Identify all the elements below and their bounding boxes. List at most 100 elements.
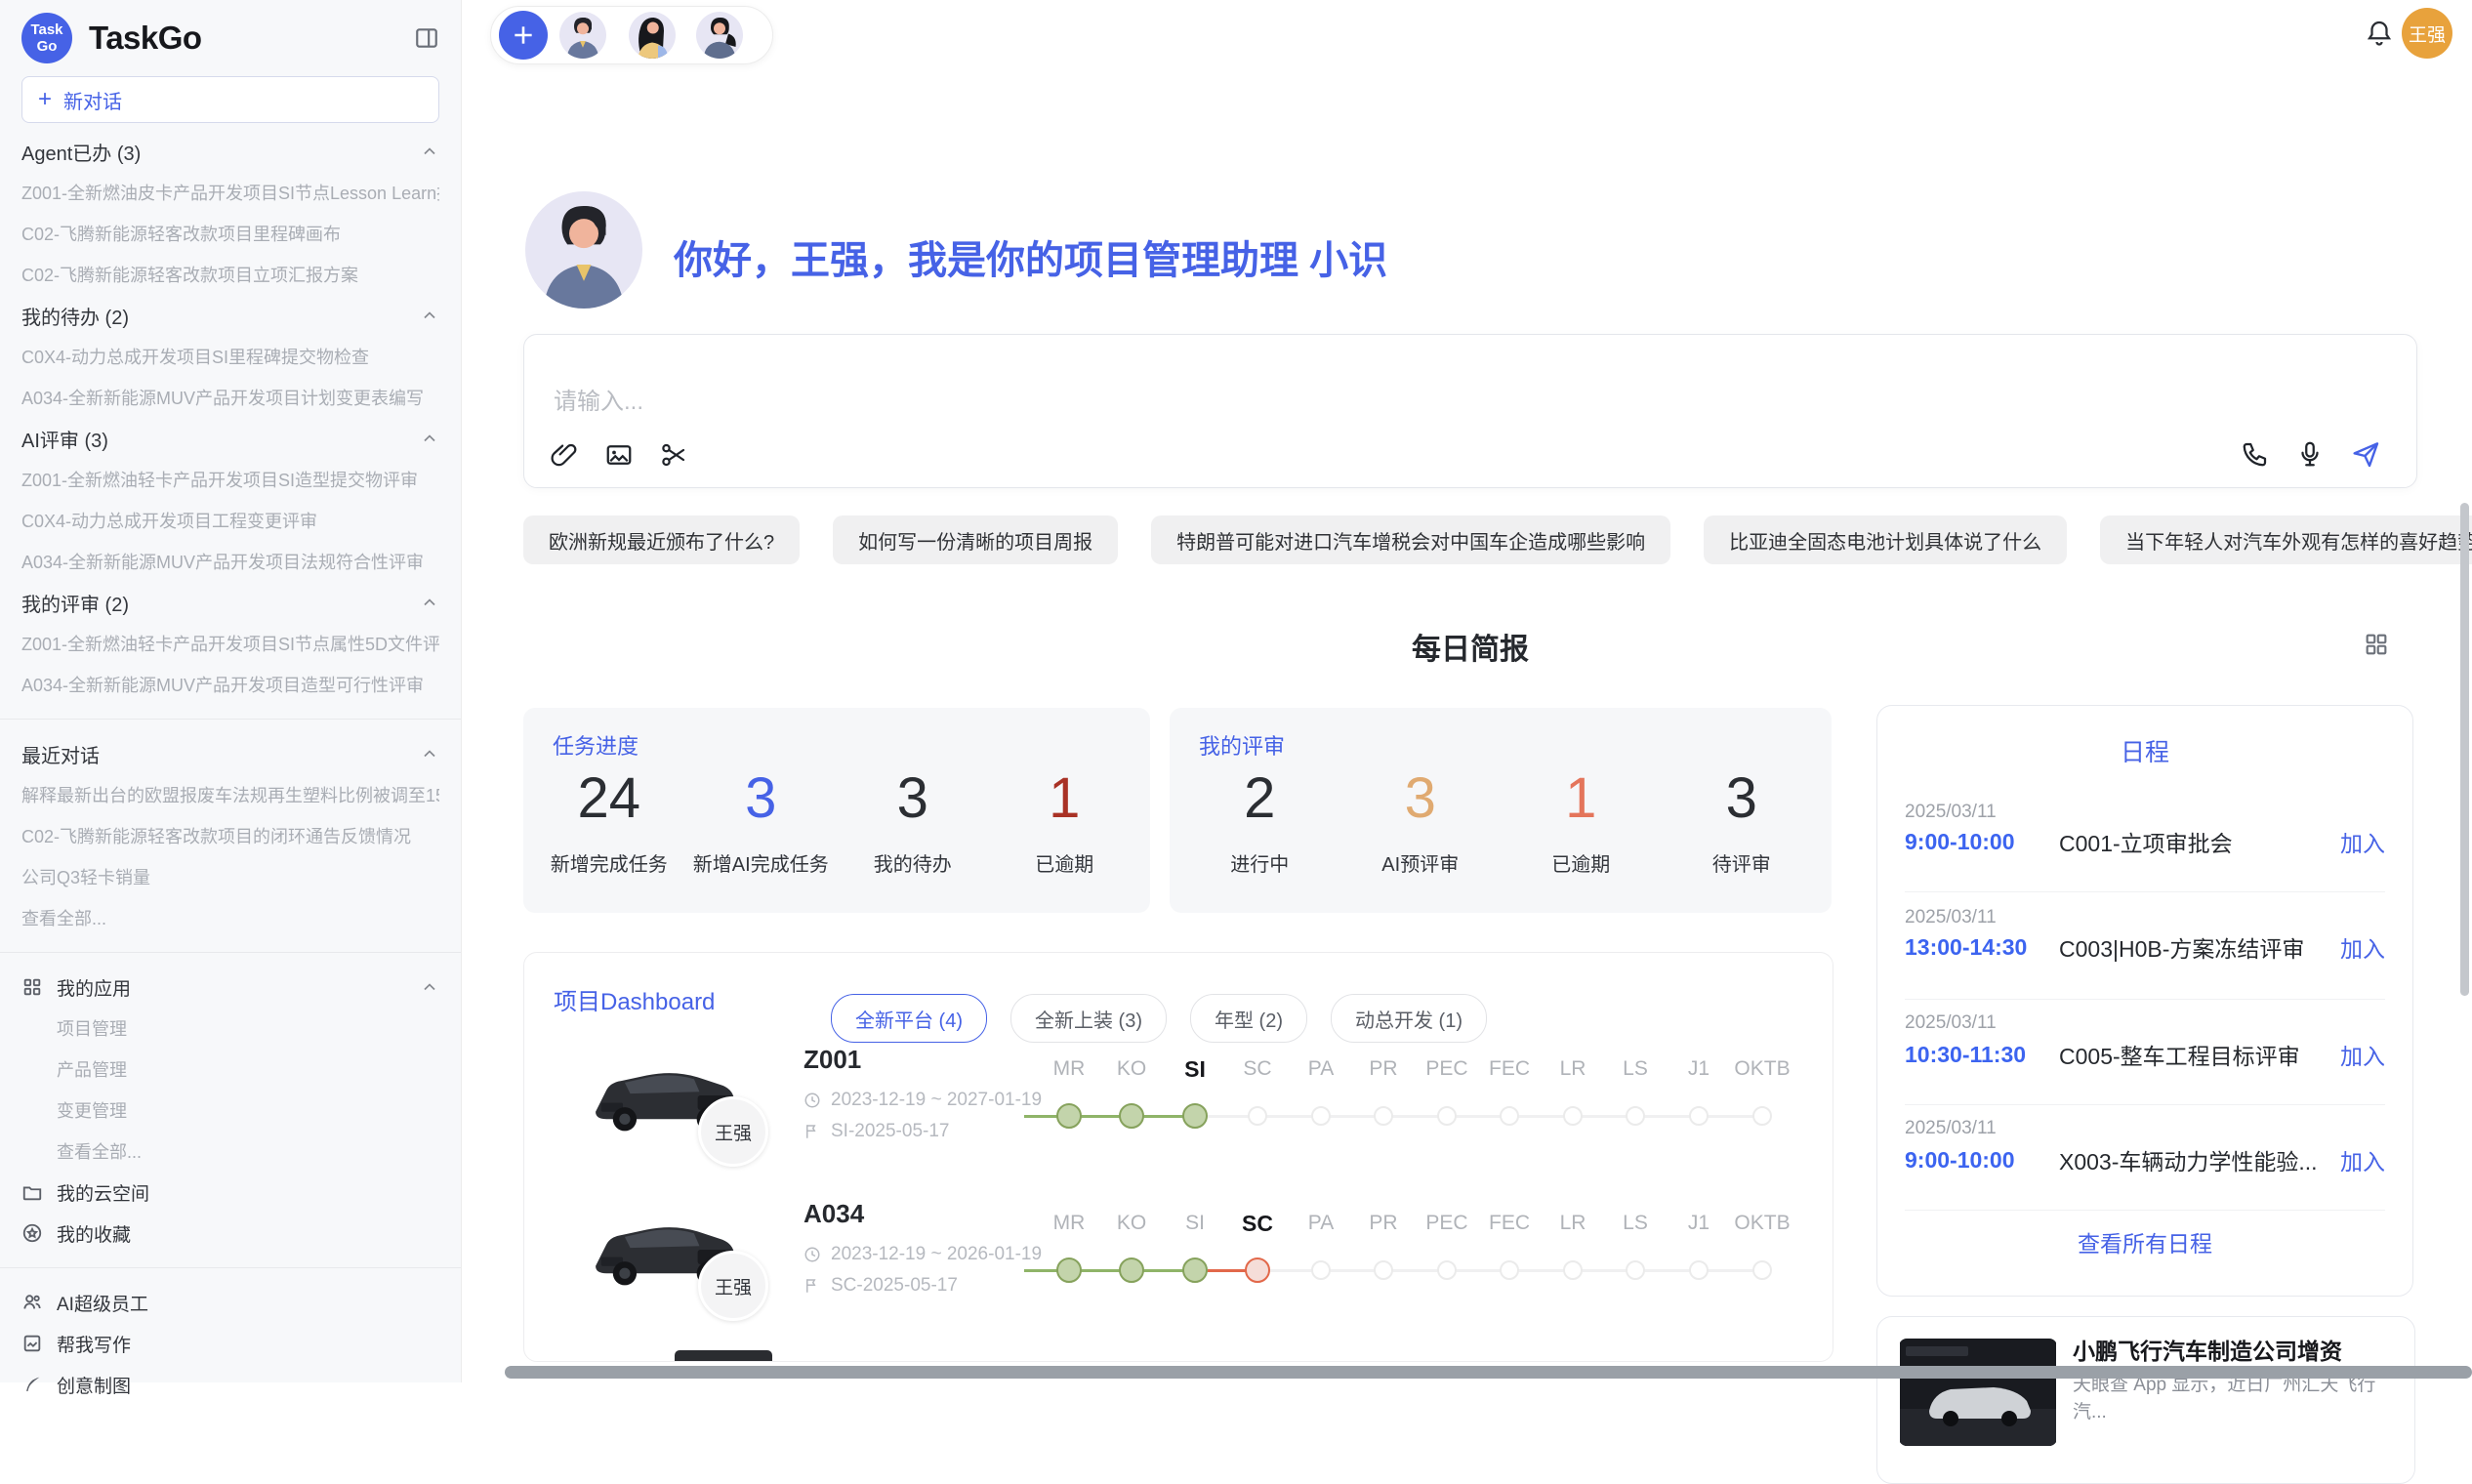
stat: 2进行中: [1179, 759, 1340, 877]
list-item[interactable]: Z001-全新燃油轻卡产品开发项目SI节点属性5D文件评审: [21, 623, 439, 664]
join-button[interactable]: 加入: [2340, 1143, 2385, 1176]
milestone-label-current: SC: [1242, 1212, 1273, 1235]
send-icon[interactable]: [2350, 438, 2381, 470]
milestone-label: LS: [1623, 1212, 1648, 1235]
sidebar-item-project-mgmt[interactable]: 项目管理: [21, 1008, 439, 1049]
milestone-line-done: [1024, 1269, 1195, 1272]
project-code[interactable]: Z001: [803, 1045, 861, 1075]
vertical-scrollbar[interactable]: [2460, 503, 2469, 996]
filter-tab[interactable]: 全新上装 (3): [1010, 994, 1167, 1043]
divider: [0, 952, 461, 953]
sidebar-item-label: AI超级员工: [57, 1290, 148, 1316]
join-button[interactable]: 加入: [2340, 930, 2385, 964]
milestone-label: MR: [1053, 1212, 1086, 1235]
event-date: 2025/03/11: [1905, 1118, 1997, 1139]
milestone-node: [1563, 1106, 1583, 1126]
add-session-button[interactable]: [499, 11, 548, 60]
list-item[interactable]: A034-全新新能源MUV产品开发项目造型可行性评审: [21, 664, 439, 705]
chat-input[interactable]: 请输入...: [554, 382, 643, 416]
section-title: 最近对话: [21, 740, 100, 768]
new-chat-button[interactable]: + 新对话: [21, 76, 439, 123]
suggestion-chip[interactable]: 如何写一份清晰的项目周报: [833, 515, 1118, 564]
suggestion-chip[interactable]: 比亚迪全固态电池计划具体说了什么: [1704, 515, 2067, 564]
event-name: X003-车辆动力学性能验...: [2059, 1143, 2340, 1176]
event-row: 10:30-11:30 C005-整车工程目标评审 加入: [1905, 1038, 2385, 1071]
image-icon[interactable]: [604, 440, 634, 470]
sidebar-item-ai-employee[interactable]: AI超级员工: [21, 1282, 439, 1323]
project-owner-avatar: 王强: [698, 1251, 768, 1321]
sidebar-item-creative-draw[interactable]: 创意制图: [21, 1364, 439, 1405]
avatar[interactable]: [559, 12, 606, 59]
phone-icon[interactable]: [2241, 439, 2270, 469]
event-row: 9:00-10:00 C001-立项审批会 加入: [1905, 825, 2385, 858]
list-item[interactable]: Z001-全新燃油轻卡产品开发项目SI造型提交物评审: [21, 459, 439, 500]
list-item[interactable]: C02-飞腾新能源轻客改款项目的闭环通告反馈情况: [21, 815, 439, 856]
sidebar-item-help-write[interactable]: 帮我写作: [21, 1323, 439, 1364]
section-my-todo[interactable]: 我的待办 (2): [21, 295, 439, 336]
suggestion-chip[interactable]: 欧洲新规最近颁布了什么?: [523, 515, 800, 564]
microphone-icon[interactable]: [2295, 439, 2325, 469]
news-card[interactable]: 小鹏飞行汽车制造公司增资 天眼查 App 显示，近日广州汇天飞行汽...: [1876, 1316, 2415, 1484]
folder-icon: [21, 1181, 43, 1203]
image-write-icon: [21, 1333, 43, 1354]
milestone-label: LS: [1623, 1057, 1648, 1081]
event-time: 10:30-11:30: [1905, 1042, 2059, 1068]
user-avatar[interactable]: 王强: [2402, 8, 2452, 59]
milestone-label: LR: [1560, 1212, 1586, 1235]
list-item[interactable]: C02-飞腾新能源轻客改款项目里程碑画布: [21, 213, 439, 254]
section-agent-done[interactable]: Agent已办 (3): [21, 131, 439, 172]
sidebar-item-cloud-space[interactable]: 我的云空间: [21, 1172, 439, 1213]
sidebar-item-change-mgmt[interactable]: 变更管理: [21, 1090, 439, 1131]
list-item[interactable]: C0X4-动力总成开发项目SI里程碑提交物检查: [21, 336, 439, 377]
milestone-node: [1626, 1260, 1645, 1280]
join-button[interactable]: 加入: [2340, 825, 2385, 858]
section-my-review[interactable]: 我的评审 (2): [21, 582, 439, 623]
stat: 3我的待办: [837, 759, 989, 877]
sidebar-item-favorites[interactable]: 我的收藏: [21, 1213, 439, 1254]
list-item[interactable]: A034-全新新能源MUV产品开发项目计划变更表编写: [21, 377, 439, 418]
filter-tab[interactable]: 动总开发 (1): [1331, 994, 1487, 1043]
milestone-node: [1689, 1260, 1709, 1280]
stat: 3新增AI完成任务: [685, 759, 838, 877]
join-button[interactable]: 加入: [2340, 1038, 2385, 1071]
suggestion-chip[interactable]: 当下年轻人对汽车外观有怎样的喜好趋势: [2100, 515, 2472, 564]
milestone-node: [1500, 1106, 1519, 1126]
list-item[interactable]: C02-飞腾新能源轻客改款项目立项汇报方案: [21, 254, 439, 295]
suggestion-chip[interactable]: 特朗普可能对进口汽车增税会对中国车企造成哪些影响: [1151, 515, 1670, 564]
list-item[interactable]: Z001-全新燃油皮卡产品开发项目SI节点Lesson Learn报告: [21, 172, 439, 213]
scissors-icon[interactable]: [659, 440, 688, 470]
paperclip-icon[interactable]: [550, 440, 579, 470]
milestone-label: J1: [1688, 1212, 1710, 1235]
notification-bell-icon[interactable]: [2365, 18, 2394, 47]
layout-grid-icon[interactable]: [2363, 631, 2390, 658]
avatar[interactable]: [696, 12, 743, 59]
event-time: 13:00-14:30: [1905, 934, 2059, 961]
list-item[interactable]: 解释最新出台的欧盟报废车法规再生塑料比例被调至15%...: [21, 774, 439, 815]
milestone-node: [1752, 1106, 1772, 1126]
milestone-label-current: SI: [1184, 1057, 1206, 1081]
list-item[interactable]: 公司Q3轻卡销量: [21, 856, 439, 897]
milestone-node: [1437, 1106, 1457, 1126]
suggestion-chips: 欧洲新规最近颁布了什么? 如何写一份清晰的项目周报 特朗普可能对进口汽车增税会对…: [523, 515, 2472, 564]
view-all-apps[interactable]: 查看全部...: [21, 1131, 439, 1172]
milestone-node: [1752, 1260, 1772, 1280]
project-dashboard-card: 项目Dashboard 全新平台 (4) 全新上装 (3) 年型 (2) 动总开…: [523, 952, 1833, 1362]
avatar[interactable]: [629, 12, 676, 59]
horizontal-scrollbar[interactable]: [505, 1366, 2472, 1379]
event-name: C005-整车工程目标评审: [2059, 1038, 2340, 1071]
sidebar-collapse-icon[interactable]: [414, 25, 439, 51]
list-item[interactable]: C0X4-动力总成开发项目工程变更评审: [21, 500, 439, 541]
view-all-chats[interactable]: 查看全部...: [21, 897, 439, 938]
project-code[interactable]: A034: [803, 1199, 864, 1229]
sidebar-item-product-mgmt[interactable]: 产品管理: [21, 1049, 439, 1090]
section-recent-chats[interactable]: 最近对话: [21, 733, 439, 774]
list-item[interactable]: A034-全新新能源MUV产品开发项目法规符合性评审: [21, 541, 439, 582]
section-ai-review[interactable]: AI评审 (3): [21, 418, 439, 459]
schedule-title: 日程: [1877, 733, 2412, 768]
card-title: 任务进度: [553, 729, 639, 761]
filter-tab[interactable]: 全新平台 (4): [831, 994, 987, 1043]
flag-icon: [803, 1277, 821, 1295]
section-my-apps[interactable]: 我的应用: [21, 967, 439, 1008]
filter-tab[interactable]: 年型 (2): [1190, 994, 1307, 1043]
view-all-schedule[interactable]: 查看所有日程: [1877, 1225, 2412, 1258]
